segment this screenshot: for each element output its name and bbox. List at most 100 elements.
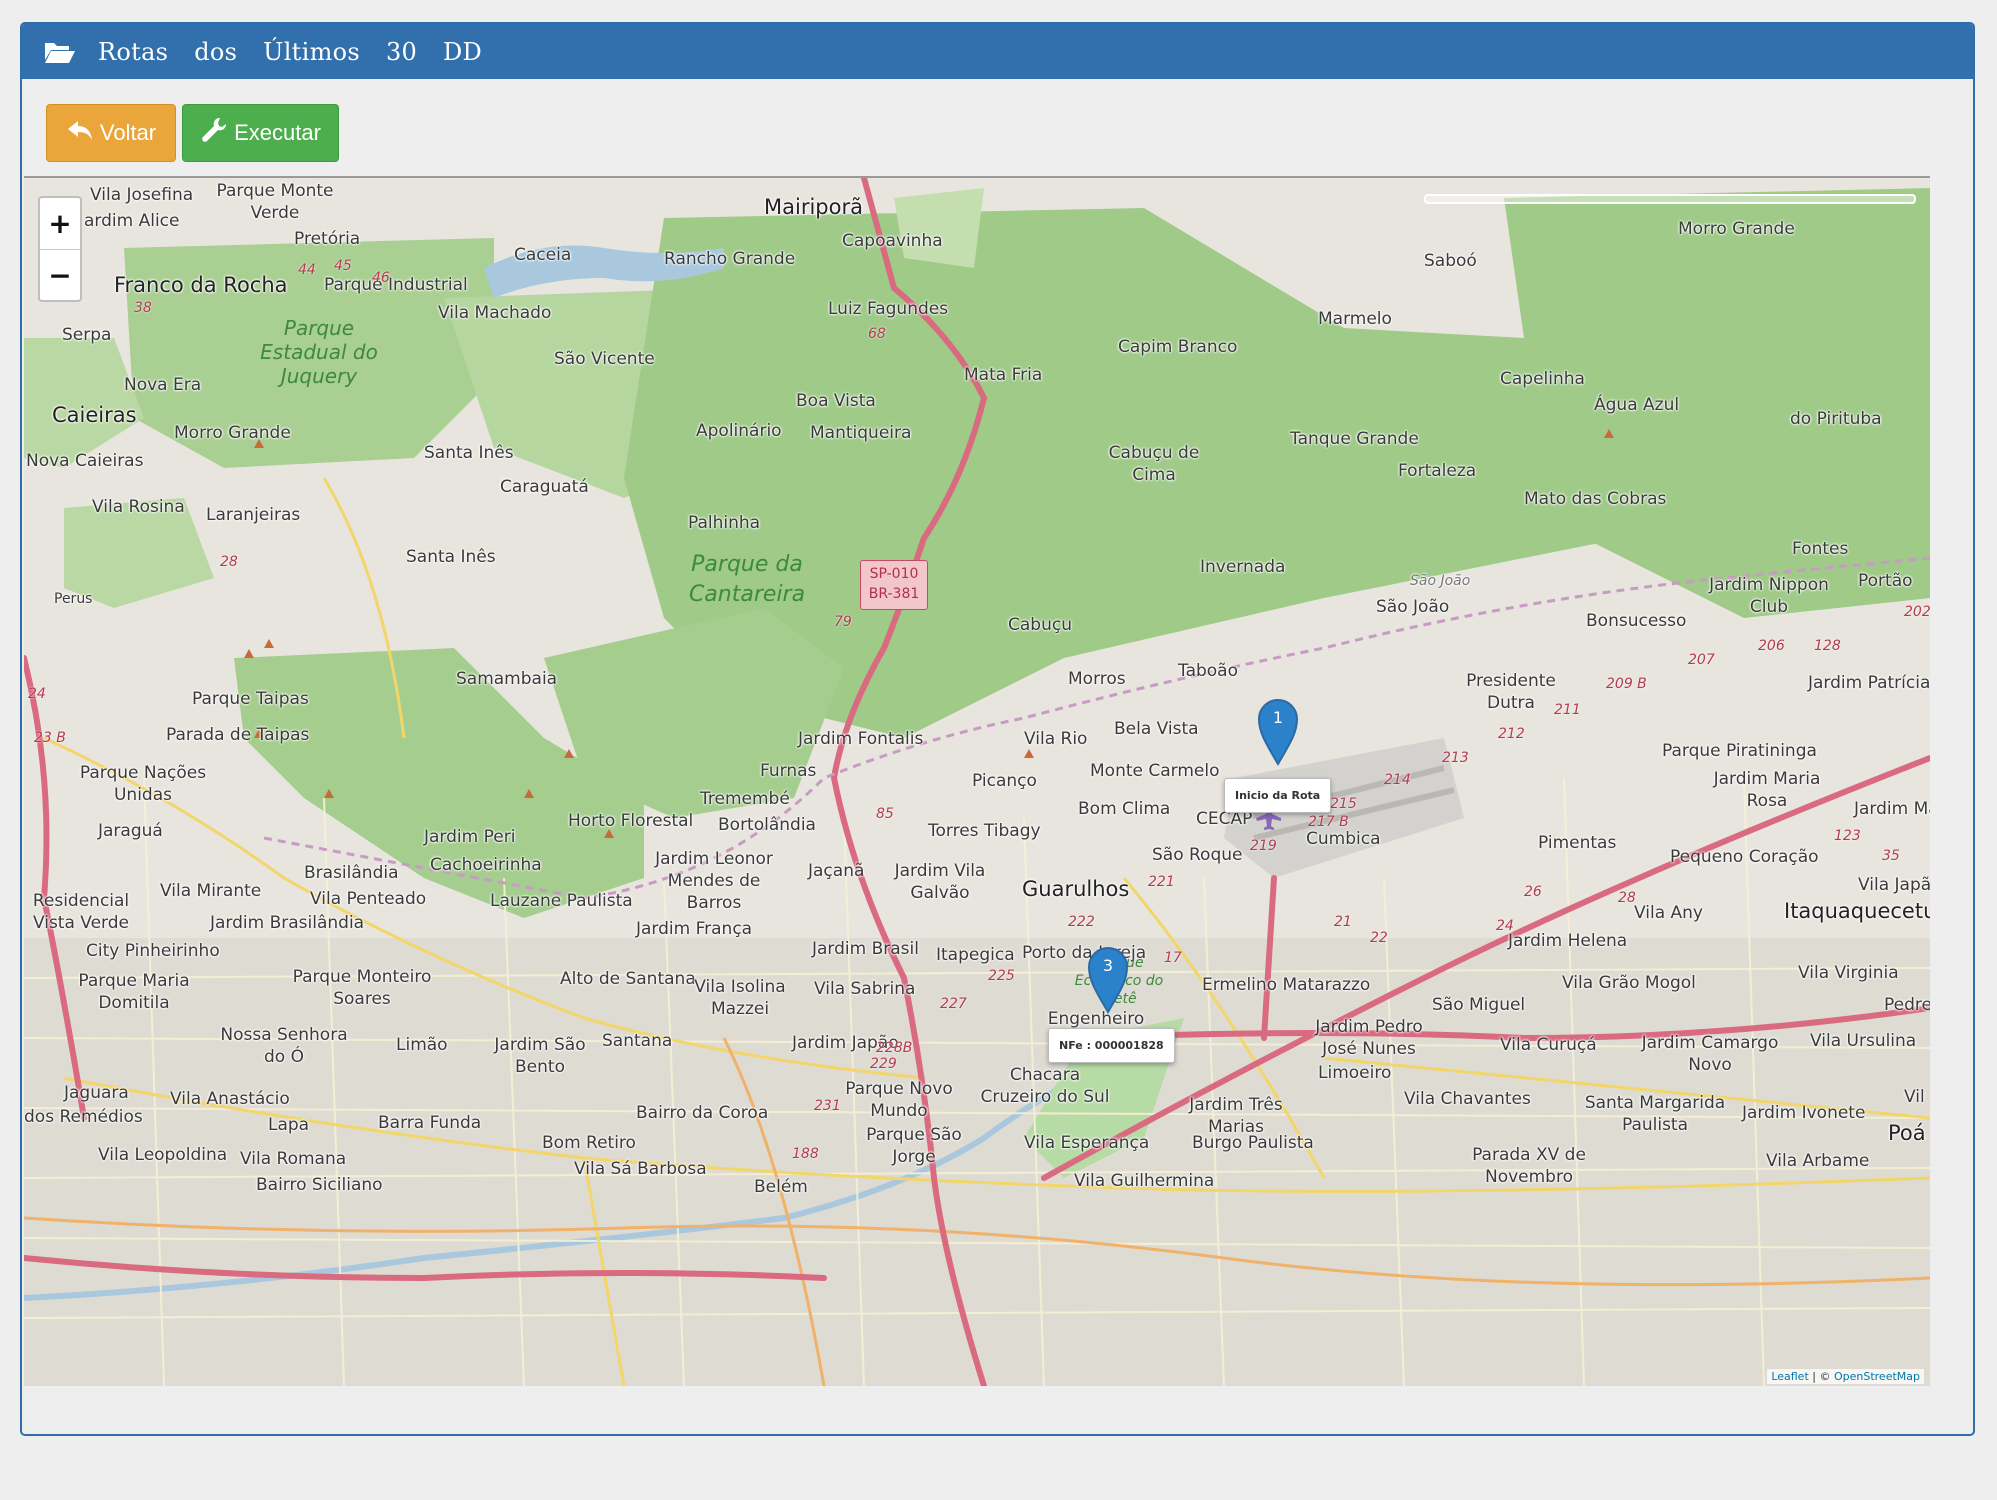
- place-label: Apolinário: [696, 421, 782, 441]
- place-label: Água Azul: [1594, 395, 1680, 415]
- place-label: Parada XV de Novembro: [1472, 1145, 1586, 1187]
- route-marker-3[interactable]: 3: [1087, 946, 1129, 1014]
- road-number: 28: [1618, 890, 1636, 906]
- place-label: Vila Curuçá: [1500, 1035, 1597, 1055]
- place-label: Palhinha: [688, 513, 761, 533]
- place-label: Jardim Camargo Novo: [1641, 1033, 1779, 1075]
- place-label: do Pirituba: [1790, 409, 1882, 429]
- place-label: Parque Taipas: [192, 689, 309, 709]
- place-label: Vila Isolina Mazzei: [694, 977, 786, 1019]
- place-label: Morro Grande: [174, 423, 291, 443]
- road-number: 45: [334, 258, 352, 274]
- road-number: 221: [1148, 874, 1175, 890]
- place-label: Morro Grande: [1678, 219, 1795, 239]
- place-label: City Pinheirinho: [86, 941, 220, 961]
- place-label: Vila Guilhermina: [1074, 1171, 1215, 1191]
- attribution-separator: | ©: [1808, 1370, 1834, 1383]
- voltar-button[interactable]: Voltar: [46, 104, 176, 162]
- leaflet-link[interactable]: Leaflet: [1771, 1370, 1808, 1383]
- road-number: 228B: [876, 1040, 913, 1056]
- executar-button[interactable]: Executar: [182, 104, 339, 162]
- place-label: Serpa: [62, 325, 112, 345]
- road-number: 209 B: [1606, 676, 1647, 692]
- place-label: Pedre: [1884, 995, 1930, 1015]
- road-number: 211: [1554, 702, 1581, 718]
- place-label: Ermelino Matarazzo: [1202, 975, 1371, 995]
- place-label: Bairro da Coroa: [636, 1103, 769, 1123]
- place-label: Marmelo: [1318, 309, 1392, 329]
- place-label: Jardim Peri: [424, 827, 516, 847]
- place-label: Santa Inês: [406, 547, 496, 567]
- place-label: Parque Maria Domitila: [78, 971, 190, 1013]
- place-label: Vila Anastácio: [170, 1089, 290, 1109]
- place-label: Jaçanã: [808, 861, 865, 881]
- place-label: Capelinha: [1500, 369, 1585, 389]
- place-label: Caieiras: [52, 403, 137, 427]
- road-number: 206: [1758, 638, 1785, 654]
- road-number: 188: [792, 1146, 819, 1162]
- place-label: Jardim Patrícia: [1808, 673, 1930, 693]
- place-label: Jardim Ivonete: [1742, 1103, 1866, 1123]
- place-label: Vila Chavantes: [1404, 1089, 1531, 1109]
- place-label: Santa Margarida Paulista: [1584, 1093, 1726, 1135]
- place-label: Saboó: [1424, 251, 1477, 271]
- executar-label: Executar: [234, 120, 321, 145]
- road-shield-line: BR-381: [868, 586, 920, 602]
- route-marker-1[interactable]: 1: [1257, 698, 1299, 766]
- road-number: 217 B: [1308, 814, 1349, 830]
- road-number: 202: [1904, 604, 1930, 620]
- road-number: 17: [1164, 950, 1182, 966]
- place-label: Boa Vista: [796, 391, 876, 411]
- place-label: Jardim Helena: [1508, 931, 1628, 951]
- road-number: 28: [220, 554, 238, 570]
- place-label: Limão: [396, 1035, 448, 1055]
- place-label: Bortolândia: [718, 815, 816, 835]
- place-label: Jardim Maria Rosa: [1713, 769, 1821, 811]
- place-label: Bairro Siciliano: [256, 1175, 383, 1195]
- voltar-label: Voltar: [99, 120, 157, 145]
- place-label: Picanço: [972, 771, 1037, 791]
- place-label: Capoavinha: [842, 231, 943, 251]
- place-label: Vila Sabrina: [814, 979, 916, 999]
- zoom-in-button[interactable]: +: [40, 198, 80, 250]
- place-label: Taboão: [1178, 661, 1238, 681]
- park-label: Parque da Cantareira: [688, 552, 806, 607]
- place-label: Barra Funda: [378, 1113, 482, 1133]
- road-number: 85: [876, 806, 894, 822]
- marker-popup: NFe : 000001828: [1048, 1028, 1175, 1063]
- place-label: Jardim Leonor Mendes de Barros: [655, 849, 773, 913]
- place-label: Invernada: [1200, 557, 1286, 577]
- place-label: Parque Industrial: [324, 275, 468, 295]
- road-number: 207: [1688, 652, 1715, 668]
- place-label: Cabuçu de Cima: [1108, 443, 1200, 485]
- place-label: Vila Mirante: [160, 881, 262, 901]
- zoom-out-button[interactable]: −: [40, 250, 80, 301]
- road-number: 24: [1496, 918, 1514, 934]
- place-label: Rancho Grande: [664, 249, 796, 269]
- road-number: 22: [1370, 930, 1388, 946]
- place-label: Pequeno Coração: [1670, 847, 1819, 867]
- place-label: Jardim Ma: [1854, 799, 1930, 819]
- place-label: Mato das Cobras: [1524, 489, 1667, 509]
- place-label: Jardim Brasil: [812, 939, 919, 959]
- folder-open-icon: [44, 40, 76, 64]
- place-label: Brasilândia: [304, 863, 399, 883]
- road-number: 123: [1834, 828, 1861, 844]
- place-label: Furnas: [760, 761, 817, 781]
- place-label: Caraguatá: [500, 477, 589, 497]
- place-label: Capim Branco: [1118, 337, 1238, 357]
- road-number: 38: [134, 300, 152, 316]
- route-map[interactable]: Mairiporã Capoavinha Rancho Grande Cacei…: [24, 176, 1930, 1386]
- place-label: Monte Carmelo: [1090, 761, 1220, 781]
- road-number: 79: [834, 614, 852, 630]
- place-label: Portão: [1858, 571, 1913, 591]
- place-label: Limoeiro: [1318, 1063, 1392, 1083]
- place-label: Tanque Grande: [1290, 429, 1419, 449]
- road-number: 24: [28, 686, 46, 702]
- openstreetmap-link[interactable]: OpenStreetMap: [1834, 1370, 1920, 1383]
- marker-number: 3: [1102, 956, 1114, 975]
- marker-popup: Inicio da Rota: [1224, 778, 1332, 813]
- place-label: Laranjeiras: [206, 505, 301, 525]
- place-label: Santana: [602, 1031, 673, 1051]
- place-label: São João: [1376, 597, 1450, 617]
